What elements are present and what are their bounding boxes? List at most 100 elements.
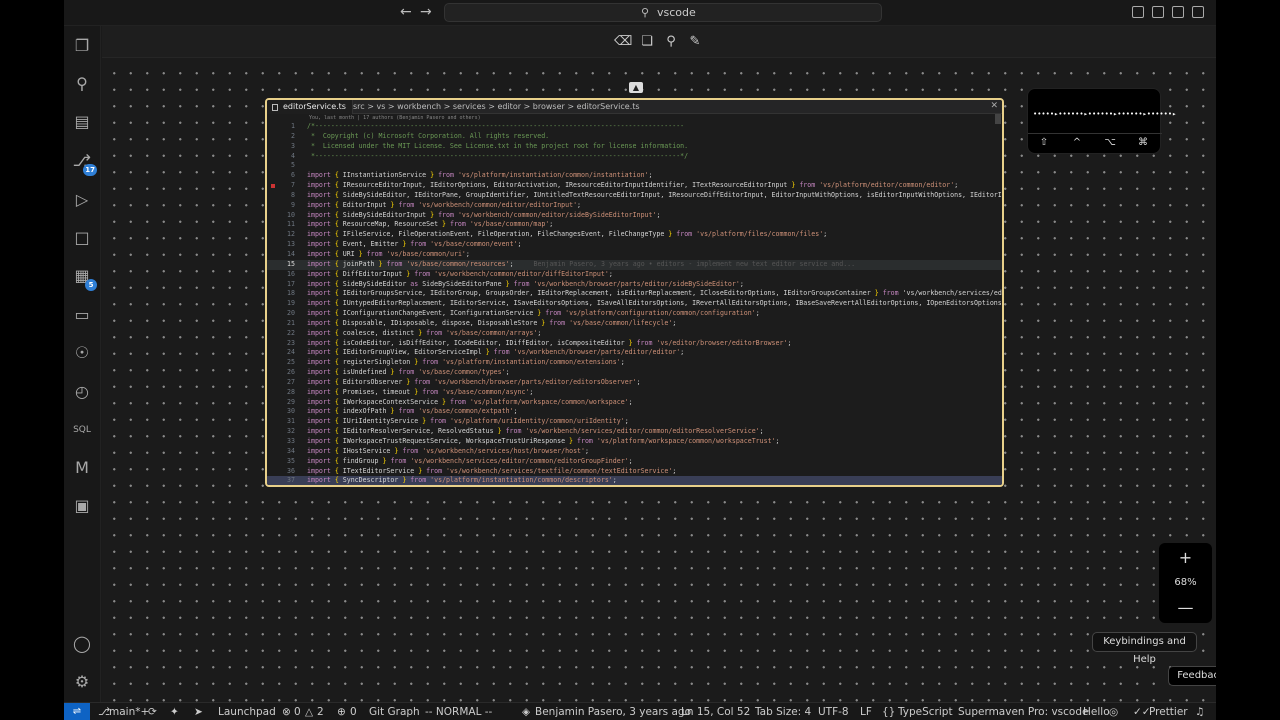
notifications-bell-icon[interactable]: ♫: [1195, 703, 1204, 720]
extensions-icon[interactable]: ▦ 5: [72, 266, 97, 291]
account-icon[interactable]: ◯: [72, 634, 92, 654]
code-line[interactable]: 21 import { Disposable, IDisposable, disp…: [267, 319, 1002, 329]
cursor-position[interactable]: Ln 15, Col 52: [681, 703, 750, 720]
customize-layout-icon[interactable]: [1192, 6, 1204, 18]
git-blame-status[interactable]: Benjamin Pasero, 3 years ago: [535, 703, 691, 720]
feedback-button[interactable]: Feedback: [1168, 666, 1216, 686]
code-line[interactable]: 35 import { findGroup } from 'vs/workbenc…: [267, 457, 1002, 467]
code-line[interactable]: 2 * Copyright (c) Microsoft Corporation.…: [267, 132, 1002, 142]
error-count[interactable]: 0: [294, 703, 301, 720]
trash-icon[interactable]: ⌫: [614, 34, 632, 50]
git-branch[interactable]: main*+: [109, 703, 149, 720]
ports-count[interactable]: 0: [350, 703, 357, 720]
code-line[interactable]: 11 import { ResourceMap, ResourceSet } fr…: [267, 220, 1002, 230]
code-line[interactable]: 26 import { isUndefined } from 'vs/base/c…: [267, 368, 1002, 378]
editor-node[interactable]: editorService.ts src > vs > workbench > …: [265, 98, 1004, 487]
code-line[interactable]: 10 import { SideBySideEditorInput } from …: [267, 211, 1002, 221]
code-line[interactable]: 17 import { SideBySideEditor as SideBySid…: [267, 280, 1002, 290]
code-line[interactable]: 1 /*-------------------------------------…: [267, 122, 1002, 132]
sync-icon[interactable]: ⟳: [148, 703, 157, 720]
line-number: 5: [291, 161, 295, 170]
source-control-icon[interactable]: ⎇ 17: [72, 151, 97, 176]
scrollbar[interactable]: [995, 114, 1001, 124]
command-center-search[interactable]: ⚲ vscode: [444, 3, 882, 22]
code-line[interactable]: 27 import { EditorsObserver } from 'vs/wo…: [267, 378, 1002, 388]
toggle-secondary-sidebar-icon[interactable]: [1172, 6, 1184, 18]
node-drag-handle-icon[interactable]: ▲: [629, 82, 643, 93]
line-number: 36: [287, 466, 295, 475]
back-arrow-icon[interactable]: ←: [400, 4, 412, 20]
globe-icon[interactable]: ◎: [1109, 703, 1118, 720]
code-line[interactable]: 12 import { IFileService, FileOperationEv…: [267, 230, 1002, 240]
code-line[interactable]: 14 import { URI } from 'vs/base/common/ur…: [267, 250, 1002, 260]
end-of-line[interactable]: LF: [860, 703, 872, 720]
keybindings-help-button[interactable]: Keybindings and Help: [1092, 632, 1197, 665]
option-key-icon: ⌥: [1104, 137, 1116, 148]
close-icon[interactable]: ✕: [990, 101, 998, 111]
canvas-area[interactable]: ⌫ ❏ ⚲ ✎ ▲ editorService.ts src > vs > wo…: [102, 26, 1216, 702]
encoding[interactable]: UTF-8: [818, 703, 849, 720]
supermaven-status[interactable]: Supermaven Pro: vscode: [958, 703, 1088, 720]
code-line[interactable]: 13 import { Event, Emitter } from 'vs/bas…: [267, 240, 1002, 250]
code-line[interactable]: 29 import { IWorkspaceContextService } fr…: [267, 398, 1002, 408]
zoom-in-button[interactable]: +: [1159, 548, 1212, 567]
code-line[interactable]: 20 import { IConfigurationChangeEvent, IC…: [267, 309, 1002, 319]
code-line[interactable]: 22 import { coalesce, distinct } from 'vs…: [267, 329, 1002, 339]
breadcrumb[interactable]: src > vs > workbench > services > editor…: [353, 100, 640, 114]
m-icon[interactable]: M: [72, 458, 92, 478]
sparkle-icon[interactable]: ✦: [170, 703, 179, 720]
hello-status[interactable]: Hello: [1083, 703, 1110, 720]
git-graph-icon[interactable]: ☉: [72, 343, 92, 363]
history-icon[interactable]: ◴: [72, 382, 92, 402]
remote-indicator-icon[interactable]: ⇌: [64, 703, 90, 720]
forward-arrow-icon[interactable]: →: [420, 4, 432, 20]
toggle-sidebar-icon[interactable]: [1132, 6, 1144, 18]
code-line[interactable]: 30 import { indexOfPath } from 'vs/base/c…: [267, 407, 1002, 417]
code-area[interactable]: 1 /*-------------------------------------…: [267, 122, 1002, 485]
book-icon[interactable]: ▤: [72, 112, 92, 132]
settings-gear-icon[interactable]: ⚙: [72, 672, 92, 692]
code-line[interactable]: 6 import { IInstantiationService } from '…: [267, 171, 1002, 181]
search-icon[interactable]: ⚲: [72, 74, 92, 94]
comment-icon[interactable]: ▣: [72, 496, 92, 516]
code-line[interactable]: 15 import { joinPath } from 'vs/base/comm…: [267, 259, 1002, 270]
files-icon[interactable]: ❐: [72, 36, 92, 56]
toggle-panel-icon[interactable]: [1152, 6, 1164, 18]
editor-tab[interactable]: editorService.ts: [267, 100, 353, 114]
remote-explorer-icon[interactable]: ▭: [72, 305, 92, 325]
code-line[interactable]: 9 import { EditorInput } from 'vs/workben…: [267, 201, 1002, 211]
code-line[interactable]: 16 import { DiffEditorInput } from 'vs/wo…: [267, 270, 1002, 280]
code-line[interactable]: 31 import { IUriIdentityService } from 'v…: [267, 417, 1002, 427]
launchpad-button[interactable]: Launchpad: [218, 703, 276, 720]
git-graph-button[interactable]: Git Graph: [369, 703, 420, 720]
edit-icon[interactable]: ✎: [687, 34, 703, 50]
code-line[interactable]: 36 import { ITextEditorService } from 'vs…: [267, 467, 1002, 477]
code-line[interactable]: 32 import { IEditorResolverService, Resol…: [267, 427, 1002, 437]
code-line[interactable]: 3 * Licensed under the MIT License. See …: [267, 142, 1002, 152]
sql-icon[interactable]: SQL: [72, 420, 92, 440]
code-line[interactable]: 33 import { IWorkspaceTrustRequestService…: [267, 437, 1002, 447]
code-line[interactable]: 4 *-------------------------------------…: [267, 152, 1002, 162]
code-line[interactable]: 34 import { IHostService } from 'vs/workb…: [267, 447, 1002, 457]
code-line[interactable]: 18 import { IEditorGroupsService, IEditor…: [267, 289, 1002, 299]
braces-icon: {}: [882, 706, 896, 718]
code-line[interactable]: 8 import { SideBySideEditor, IEditorPane,…: [267, 191, 1002, 201]
language-mode[interactable]: TypeScript: [898, 703, 953, 720]
code-line[interactable]: 7 import { IResourceEditorInput, IEditorO…: [267, 181, 1002, 191]
code-line[interactable]: 19 import { IUntypedEditorReplacement, IE…: [267, 299, 1002, 309]
code-line[interactable]: 24 import { IEditorGroupView, EditorServi…: [267, 348, 1002, 358]
code-line[interactable]: 23 import { isCodeEditor, isDiffEditor, I…: [267, 339, 1002, 349]
bookmark-icon[interactable]: □: [72, 228, 92, 248]
tab-size[interactable]: Tab Size: 4: [755, 703, 811, 720]
prettier-status[interactable]: Prettier: [1149, 703, 1188, 720]
code-line[interactable]: 37 import { SyncDescriptor } from 'vs/pla…: [267, 476, 1002, 485]
code-line[interactable]: 28 import { Promises, timeout } from 'vs/…: [267, 388, 1002, 398]
warning-count[interactable]: 2: [317, 703, 324, 720]
copy-icon[interactable]: ❏: [639, 34, 655, 50]
zoom-out-button[interactable]: —: [1159, 598, 1212, 617]
run-debug-icon[interactable]: ▷: [72, 190, 92, 210]
code-line[interactable]: 25 import { registerSingleton } from 'vs/…: [267, 358, 1002, 368]
zoom-icon[interactable]: ⚲: [663, 34, 679, 50]
code-line[interactable]: 5: [267, 161, 1002, 171]
breakpoint-marker[interactable]: [271, 184, 275, 189]
